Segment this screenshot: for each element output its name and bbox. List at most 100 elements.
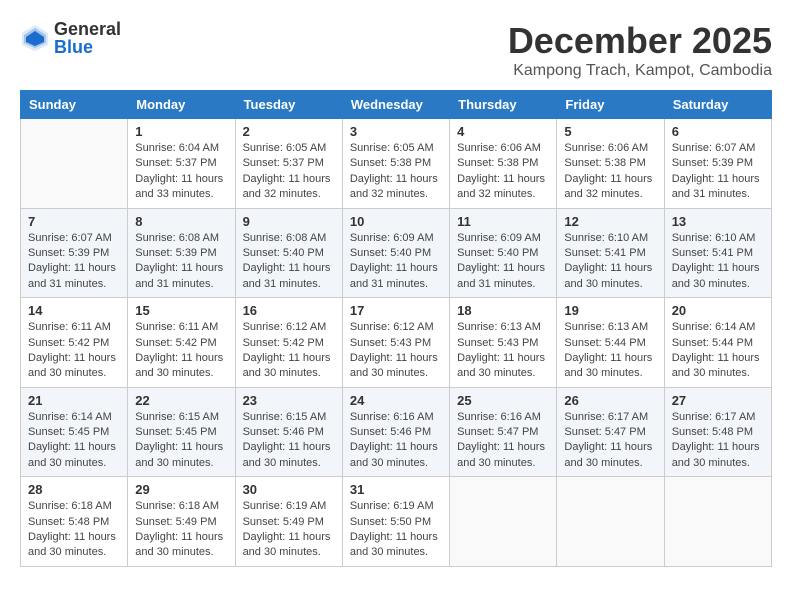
day-number: 24 (350, 393, 442, 408)
day-number: 4 (457, 124, 549, 139)
calendar-day-cell: 14 Sunrise: 6:11 AMSunset: 5:42 PMDayligh… (21, 298, 128, 388)
calendar-day-cell: 9 Sunrise: 6:08 AMSunset: 5:40 PMDaylight… (235, 208, 342, 298)
calendar-table: SundayMondayTuesdayWednesdayThursdayFrid… (20, 90, 772, 567)
day-number: 5 (564, 124, 656, 139)
calendar-day-cell: 5 Sunrise: 6:06 AMSunset: 5:38 PMDaylight… (557, 119, 664, 209)
day-number: 28 (28, 482, 120, 497)
day-info: Sunrise: 6:19 AMSunset: 5:49 PMDaylight:… (243, 499, 335, 561)
day-number: 15 (135, 303, 227, 318)
day-number: 8 (135, 214, 227, 229)
calendar-day-cell: 30 Sunrise: 6:19 AMSunset: 5:49 PMDayligh… (235, 477, 342, 567)
day-number: 25 (457, 393, 549, 408)
day-info: Sunrise: 6:05 AMSunset: 5:38 PMDaylight:… (350, 141, 442, 203)
day-info: Sunrise: 6:09 AMSunset: 5:40 PMDaylight:… (350, 231, 442, 293)
day-number: 2 (243, 124, 335, 139)
calendar-day-cell: 6 Sunrise: 6:07 AMSunset: 5:39 PMDaylight… (664, 119, 771, 209)
day-number: 26 (564, 393, 656, 408)
calendar-day-cell: 26 Sunrise: 6:17 AMSunset: 5:47 PMDayligh… (557, 387, 664, 477)
day-info: Sunrise: 6:07 AMSunset: 5:39 PMDaylight:… (28, 231, 120, 293)
day-info: Sunrise: 6:08 AMSunset: 5:39 PMDaylight:… (135, 231, 227, 293)
day-info: Sunrise: 6:16 AMSunset: 5:47 PMDaylight:… (457, 410, 549, 472)
day-info: Sunrise: 6:11 AMSunset: 5:42 PMDaylight:… (28, 320, 120, 382)
day-info: Sunrise: 6:08 AMSunset: 5:40 PMDaylight:… (243, 231, 335, 293)
day-number: 1 (135, 124, 227, 139)
day-number: 19 (564, 303, 656, 318)
day-number: 30 (243, 482, 335, 497)
day-number: 10 (350, 214, 442, 229)
day-info: Sunrise: 6:12 AMSunset: 5:43 PMDaylight:… (350, 320, 442, 382)
calendar-day-cell: 4 Sunrise: 6:06 AMSunset: 5:38 PMDaylight… (450, 119, 557, 209)
day-info: Sunrise: 6:13 AMSunset: 5:44 PMDaylight:… (564, 320, 656, 382)
calendar-day-cell: 15 Sunrise: 6:11 AMSunset: 5:42 PMDayligh… (128, 298, 235, 388)
calendar-day-cell: 11Sunrise: 6:09 AMSunset: 5:40 PMDayligh… (450, 208, 557, 298)
day-info: Sunrise: 6:13 AMSunset: 5:43 PMDaylight:… (457, 320, 549, 382)
day-info: Sunrise: 6:17 AMSunset: 5:47 PMDaylight:… (564, 410, 656, 472)
day-info: Sunrise: 6:18 AMSunset: 5:49 PMDaylight:… (135, 499, 227, 561)
calendar-day-cell: 3 Sunrise: 6:05 AMSunset: 5:38 PMDaylight… (342, 119, 449, 209)
day-info: Sunrise: 6:18 AMSunset: 5:48 PMDaylight:… (28, 499, 120, 561)
logo-general-text: General (54, 20, 121, 38)
day-info: Sunrise: 6:14 AMSunset: 5:45 PMDaylight:… (28, 410, 120, 472)
page-header: General Blue December 2025 Kampong Trach… (20, 20, 772, 80)
calendar-day-cell: 19 Sunrise: 6:13 AMSunset: 5:44 PMDayligh… (557, 298, 664, 388)
day-number: 12 (564, 214, 656, 229)
logo-blue-text: Blue (54, 38, 121, 56)
day-number: 9 (243, 214, 335, 229)
day-info: Sunrise: 6:14 AMSunset: 5:44 PMDaylight:… (672, 320, 764, 382)
calendar-day-cell: 1Sunrise: 6:04 AMSunset: 5:37 PMDaylight… (128, 119, 235, 209)
title-area: December 2025 Kampong Trach, Kampot, Cam… (508, 20, 772, 80)
day-number: 17 (350, 303, 442, 318)
calendar-day-cell: 8 Sunrise: 6:08 AMSunset: 5:39 PMDaylight… (128, 208, 235, 298)
day-info: Sunrise: 6:10 AMSunset: 5:41 PMDaylight:… (564, 231, 656, 293)
day-number: 31 (350, 482, 442, 497)
calendar-week-row: 28 Sunrise: 6:18 AMSunset: 5:48 PMDayligh… (21, 477, 772, 567)
calendar-day-cell (557, 477, 664, 567)
calendar-day-cell (450, 477, 557, 567)
calendar-day-cell: 23 Sunrise: 6:15 AMSunset: 5:46 PMDayligh… (235, 387, 342, 477)
location: Kampong Trach, Kampot, Cambodia (508, 62, 772, 80)
day-number: 20 (672, 303, 764, 318)
day-info: Sunrise: 6:11 AMSunset: 5:42 PMDaylight:… (135, 320, 227, 382)
calendar-day-cell: 29 Sunrise: 6:18 AMSunset: 5:49 PMDayligh… (128, 477, 235, 567)
day-info: Sunrise: 6:06 AMSunset: 5:38 PMDaylight:… (564, 141, 656, 203)
calendar-day-cell: 28 Sunrise: 6:18 AMSunset: 5:48 PMDayligh… (21, 477, 128, 567)
calendar-week-row: 14 Sunrise: 6:11 AMSunset: 5:42 PMDayligh… (21, 298, 772, 388)
day-number: 7 (28, 214, 120, 229)
logo-icon (20, 23, 50, 53)
calendar-day-cell: 16Sunrise: 6:12 AMSunset: 5:42 PMDayligh… (235, 298, 342, 388)
calendar-day-cell: 18Sunrise: 6:13 AMSunset: 5:43 PMDayligh… (450, 298, 557, 388)
logo-text: General Blue (54, 20, 121, 56)
calendar-week-row: 1Sunrise: 6:04 AMSunset: 5:37 PMDaylight… (21, 119, 772, 209)
calendar-day-cell: 13 Sunrise: 6:10 AMSunset: 5:41 PMDayligh… (664, 208, 771, 298)
day-number: 29 (135, 482, 227, 497)
day-number: 3 (350, 124, 442, 139)
calendar-day-cell: 27 Sunrise: 6:17 AMSunset: 5:48 PMDayligh… (664, 387, 771, 477)
calendar-header-row: SundayMondayTuesdayWednesdayThursdayFrid… (21, 91, 772, 119)
day-number: 14 (28, 303, 120, 318)
day-number: 21 (28, 393, 120, 408)
day-number: 13 (672, 214, 764, 229)
calendar-day-cell: 25 Sunrise: 6:16 AMSunset: 5:47 PMDayligh… (450, 387, 557, 477)
calendar-day-header: Saturday (664, 91, 771, 119)
day-number: 11 (457, 214, 549, 229)
day-number: 22 (135, 393, 227, 408)
calendar-day-cell: 17 Sunrise: 6:12 AMSunset: 5:43 PMDayligh… (342, 298, 449, 388)
day-info: Sunrise: 6:15 AMSunset: 5:46 PMDaylight:… (243, 410, 335, 472)
day-info: Sunrise: 6:07 AMSunset: 5:39 PMDaylight:… (672, 141, 764, 203)
calendar-day-cell: 22 Sunrise: 6:15 AMSunset: 5:45 PMDayligh… (128, 387, 235, 477)
calendar-day-cell: 12 Sunrise: 6:10 AMSunset: 5:41 PMDayligh… (557, 208, 664, 298)
day-info: Sunrise: 6:12 AMSunset: 5:42 PMDaylight:… (243, 320, 335, 382)
calendar-day-header: Tuesday (235, 91, 342, 119)
day-info: Sunrise: 6:17 AMSunset: 5:48 PMDaylight:… (672, 410, 764, 472)
calendar-day-cell (664, 477, 771, 567)
day-info: Sunrise: 6:10 AMSunset: 5:41 PMDaylight:… (672, 231, 764, 293)
calendar-day-header: Friday (557, 91, 664, 119)
day-number: 6 (672, 124, 764, 139)
day-info: Sunrise: 6:16 AMSunset: 5:46 PMDaylight:… (350, 410, 442, 472)
day-info: Sunrise: 6:06 AMSunset: 5:38 PMDaylight:… (457, 141, 549, 203)
calendar-week-row: 21 Sunrise: 6:14 AMSunset: 5:45 PMDayligh… (21, 387, 772, 477)
day-number: 23 (243, 393, 335, 408)
calendar-day-cell: 24 Sunrise: 6:16 AMSunset: 5:46 PMDayligh… (342, 387, 449, 477)
day-number: 27 (672, 393, 764, 408)
day-info: Sunrise: 6:15 AMSunset: 5:45 PMDaylight:… (135, 410, 227, 472)
